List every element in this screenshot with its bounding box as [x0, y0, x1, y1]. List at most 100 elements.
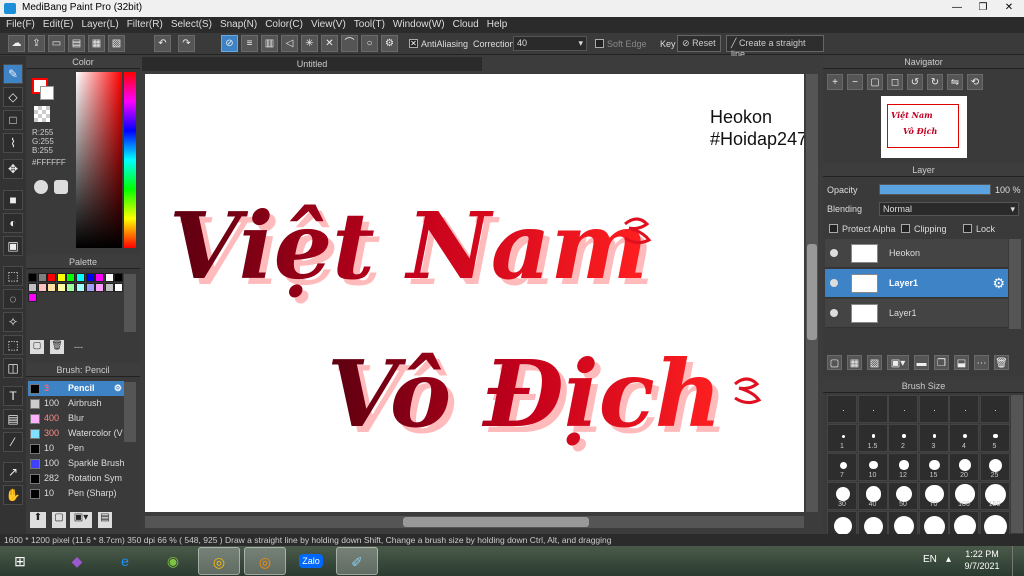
new-palette-icon[interactable]: ▢	[30, 340, 44, 354]
palette-swatch[interactable]	[28, 293, 37, 302]
document-icon[interactable]: ▦	[88, 35, 105, 52]
brush-size-cell[interactable]	[949, 511, 979, 535]
chrome-icon[interactable]: ◎	[198, 547, 240, 575]
palette-swatch[interactable]	[76, 273, 85, 282]
fit-icon[interactable]: ▢	[867, 74, 883, 90]
brush-scrollbar[interactable]	[124, 382, 136, 442]
brush-size-cell[interactable]: 2	[888, 424, 918, 452]
add-layer-menu-icon[interactable]: ▣▾	[887, 355, 909, 370]
palette-swatch[interactable]	[47, 273, 57, 282]
brush-tool-icon[interactable]: ✎	[3, 64, 23, 84]
navigator-thumbnail[interactable]: Việt Nam Vô Địch	[881, 96, 967, 158]
eye-icon[interactable]	[830, 279, 838, 287]
close-button[interactable]: ✕	[996, 0, 1022, 15]
saturation-value-picker[interactable]	[76, 72, 122, 248]
eyedropper-icon[interactable]: ⁄	[3, 432, 23, 452]
reset-button[interactable]: ⊘ Reset	[677, 35, 721, 52]
comment-icon[interactable]: ▭	[48, 35, 65, 52]
brush-size-cell[interactable]	[888, 511, 918, 535]
palette-swatch[interactable]	[66, 283, 76, 292]
brush-menu-icon[interactable]: ▣▾	[70, 512, 92, 528]
undo-icon[interactable]: ↶	[154, 35, 171, 52]
zalo-icon[interactable]: Zalo	[290, 547, 332, 575]
blending-select[interactable]: Normal ▾	[879, 202, 1019, 216]
brush-item-rotation[interactable]: 282 Rotation Sym	[28, 471, 124, 486]
opacity-slider[interactable]	[879, 184, 991, 195]
menu-filter[interactable]: Filter(R)	[125, 17, 169, 33]
palette-swatch[interactable]	[56, 283, 66, 292]
brush-size-cell[interactable]: 7	[827, 453, 857, 481]
layer-row-layer1-selected[interactable]: Layer1 ⚙	[825, 269, 1008, 298]
brush-size-cell[interactable]: 50	[888, 482, 918, 510]
brush-size-cell[interactable]: 10	[857, 453, 888, 481]
new-mono-layer-icon[interactable]: ▧	[867, 355, 882, 370]
zoom-in-icon[interactable]: +	[827, 74, 843, 90]
color-settings-icon[interactable]	[54, 180, 68, 194]
show-desktop-button[interactable]	[1012, 546, 1024, 576]
gradient-icon[interactable]: ▣	[3, 236, 23, 256]
brush-item-sparkle[interactable]: 100 Sparkle Brush	[28, 456, 125, 471]
app-icon[interactable]: ◉	[152, 547, 194, 575]
menu-select[interactable]: Select(S)	[169, 17, 218, 33]
palette-swatch[interactable]	[37, 273, 47, 282]
cross-snap-icon[interactable]: ✕	[321, 35, 338, 52]
snap-settings-icon[interactable]: ⚙	[381, 35, 398, 52]
menu-snap[interactable]: Snap(N)	[218, 17, 263, 33]
palette-swatch[interactable]	[104, 283, 114, 292]
palette-swatch[interactable]	[104, 273, 114, 282]
brush-size-cell[interactable]	[857, 511, 888, 535]
cloud-icon[interactable]: ☁	[8, 35, 25, 52]
menu-file[interactable]: File(F)	[4, 17, 41, 33]
select-pen-icon[interactable]: ⬚	[3, 335, 23, 355]
soft-edge-checkbox[interactable]	[595, 39, 604, 48]
circle-snap-icon[interactable]: ○	[361, 35, 378, 52]
brush-size-cell[interactable]	[827, 511, 857, 535]
brush-size-cell[interactable]	[979, 511, 1010, 535]
brush-size-cell[interactable]: 1.5	[857, 424, 888, 452]
menu-tool[interactable]: Tool(T)	[352, 17, 391, 33]
upload-icon[interactable]: ⇪	[28, 35, 45, 52]
brush-size-cell[interactable]: 30	[827, 482, 857, 510]
rect-select-icon[interactable]: ⬚	[3, 266, 23, 286]
brush-size-cell[interactable]: 4	[949, 424, 979, 452]
dot-tool-icon[interactable]: □	[3, 110, 23, 130]
language-indicator[interactable]: EN	[923, 554, 937, 565]
brush-size-cell[interactable]	[827, 395, 857, 423]
brush-size-cell[interactable]: 1	[827, 424, 857, 452]
brush-size-cell[interactable]: 25	[979, 453, 1010, 481]
move-tool-icon[interactable]: ✥	[3, 159, 23, 179]
gear-icon[interactable]: ⚙	[114, 381, 122, 396]
folder-icon[interactable]: ▬	[914, 355, 929, 370]
menu-view[interactable]: View(V)	[309, 17, 352, 33]
brush-size-cell[interactable]: 150	[979, 482, 1010, 510]
settings-doc-icon[interactable]: ▧	[108, 35, 125, 52]
brush-size-cell[interactable]: 40	[857, 482, 888, 510]
brush-item-watercolor[interactable]: 300 Watercolor (V	[28, 426, 124, 441]
maximize-button[interactable]: ❐	[970, 0, 996, 15]
brush-size-cell[interactable]	[888, 395, 918, 423]
brush-size-cell[interactable]: 100	[949, 482, 979, 510]
layer-scrollbar[interactable]	[1009, 239, 1021, 329]
palette-swatch[interactable]	[47, 283, 57, 292]
brush-size-cell[interactable]	[918, 395, 949, 423]
parallel-snap-icon[interactable]: ≡	[241, 35, 258, 52]
antialiasing-checkbox[interactable]: ✕	[409, 39, 418, 48]
correction-select[interactable]: 40 ▾	[513, 36, 587, 51]
palette-swatch[interactable]	[56, 273, 66, 282]
visual-studio-icon[interactable]: ◆	[56, 547, 98, 575]
brush-item-pencil[interactable]: 3 Pencil ⚙	[28, 381, 124, 396]
menu-layer[interactable]: Layer(L)	[79, 17, 124, 33]
select-brush-icon[interactable]: ⌇	[3, 133, 23, 153]
operation-tool-icon[interactable]: ↗	[3, 462, 23, 482]
perspective-snap-icon[interactable]: ◁	[281, 35, 298, 52]
layer-row-heokon[interactable]: Heokon	[825, 239, 1008, 268]
flip-icon[interactable]: ⇋	[947, 74, 963, 90]
brush-size-cell[interactable]: 12	[888, 453, 918, 481]
vertical-scroll-thumb[interactable]	[807, 244, 817, 340]
reset-view-icon[interactable]: ⟲	[967, 74, 983, 90]
brush-item-airbrush[interactable]: 100 Airbrush	[28, 396, 124, 411]
clipping-checkbox[interactable]	[901, 224, 910, 233]
brush-size-cell[interactable]	[857, 395, 888, 423]
brush-size-cell[interactable]	[949, 395, 979, 423]
delete-palette-icon[interactable]: 🗑	[50, 340, 64, 354]
